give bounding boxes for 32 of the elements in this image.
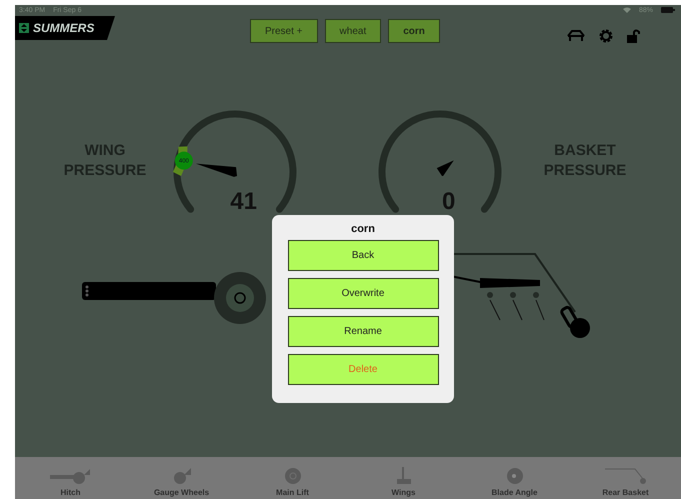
gauge-reading: 0 bbox=[442, 188, 456, 215]
nav-tab[interactable]: Hitch bbox=[15, 457, 126, 499]
nav-tab[interactable]: Wings bbox=[348, 457, 459, 499]
wheel-icon bbox=[284, 467, 302, 485]
dialog-title: corn bbox=[351, 223, 375, 235]
gauge-needle bbox=[436, 160, 454, 176]
wifi-icon bbox=[622, 7, 631, 13]
dialog-button[interactable]: Rename bbox=[288, 316, 438, 347]
disc-icon bbox=[506, 467, 524, 485]
nav-tab[interactable]: Gauge Wheels bbox=[126, 457, 237, 499]
settings-icon[interactable] bbox=[599, 29, 613, 43]
nav-tab[interactable]: Main Lift bbox=[237, 457, 348, 499]
dialog-button[interactable]: Back bbox=[288, 240, 438, 271]
setpoint-dot bbox=[174, 152, 193, 170]
nav-tab[interactable]: Blade Angle bbox=[459, 457, 570, 499]
gauge-needle bbox=[196, 164, 237, 177]
battery-icon bbox=[661, 7, 675, 13]
logo-text: SUMMERS bbox=[33, 21, 94, 35]
gauge-reading: 41 bbox=[230, 188, 257, 215]
wheel-icon bbox=[172, 467, 192, 485]
preset-tab[interactable]: wheat bbox=[324, 19, 382, 43]
basket-icon bbox=[604, 467, 646, 485]
unlock-icon[interactable] bbox=[627, 29, 641, 43]
wing-icon bbox=[396, 467, 410, 485]
dialog-button[interactable]: Overwrite bbox=[288, 278, 438, 309]
nav-tab[interactable]: Rear Basket bbox=[570, 457, 681, 499]
setpoint-band bbox=[172, 146, 188, 176]
logo-icon bbox=[19, 23, 29, 33]
hitch-icon bbox=[50, 467, 92, 485]
dialog-button[interactable]: Delete bbox=[288, 354, 438, 385]
preset-tab[interactable]: Preset + bbox=[250, 19, 318, 43]
preset-tab[interactable]: corn bbox=[388, 19, 440, 43]
